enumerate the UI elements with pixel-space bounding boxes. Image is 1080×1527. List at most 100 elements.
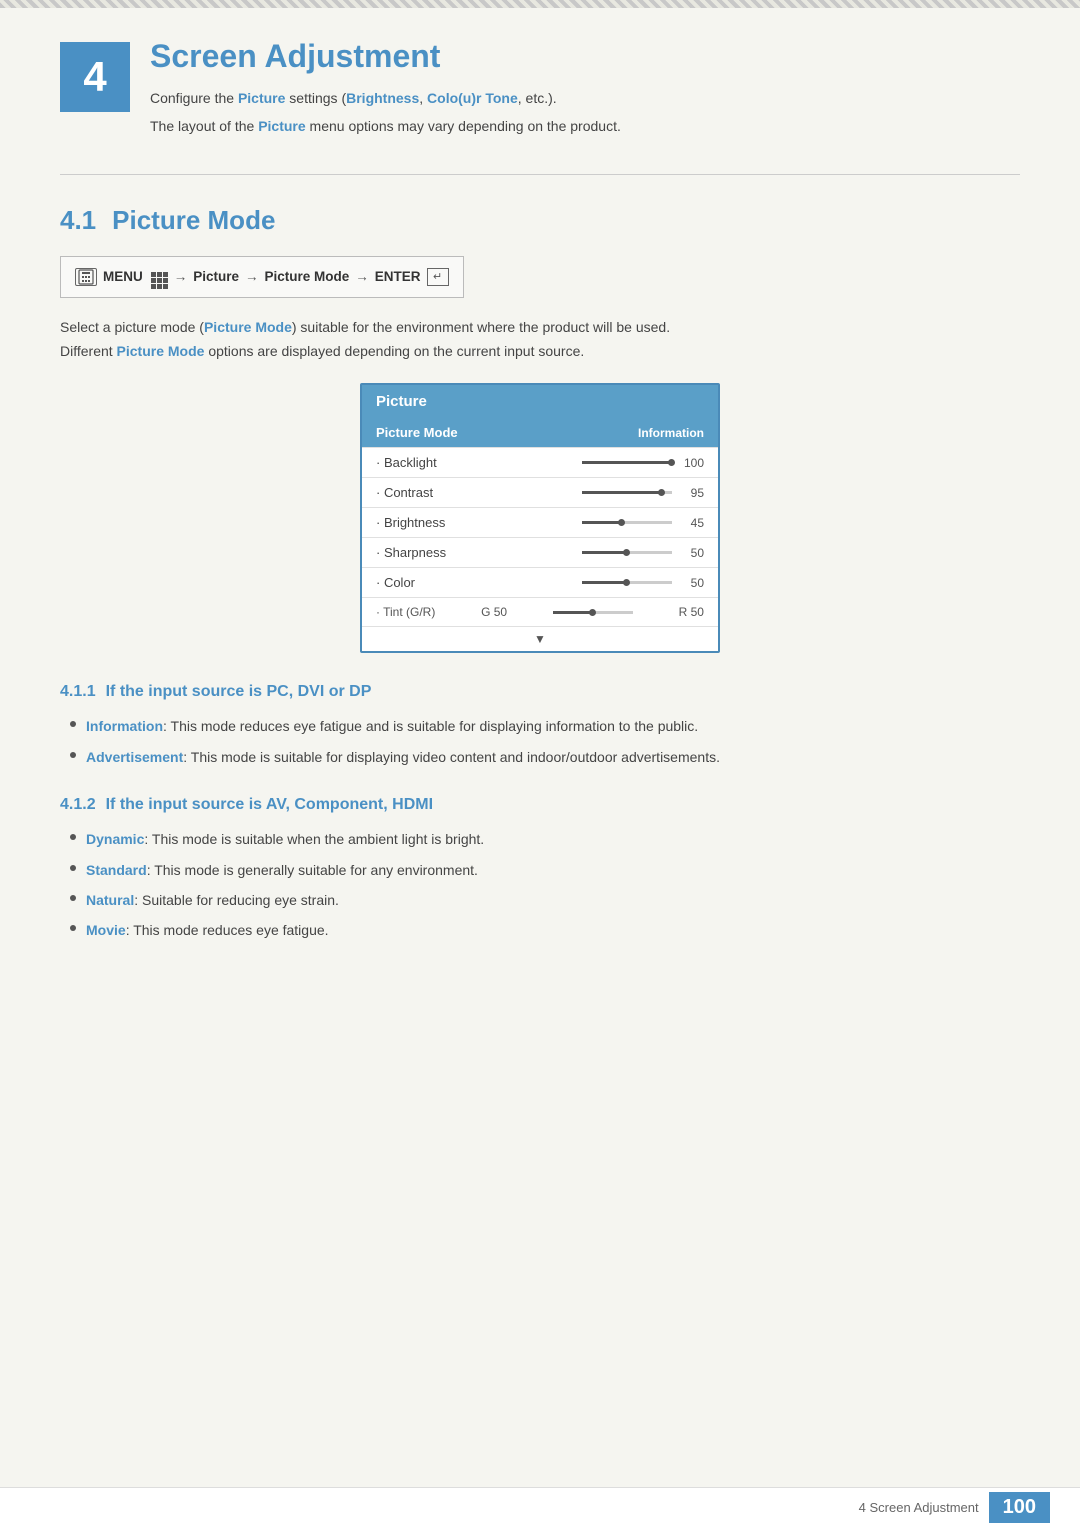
section411-list: Information: This mode reduces eye fatig… [60, 715, 1020, 768]
section411-title: If the input source is PC, DVI or DP [106, 683, 372, 701]
color-value: 50 [680, 576, 704, 590]
bullet-dot [70, 752, 76, 758]
movie-label: Movie [86, 922, 126, 938]
contrast-thumb [658, 489, 665, 496]
header-bold-color-tone: Colo(u)r Tone [427, 90, 518, 106]
desc-picture-mode: Picture Mode [204, 319, 292, 335]
menu-label: MENU [103, 269, 143, 284]
bullet-text: Standard: This mode is generally suitabl… [86, 859, 478, 881]
list-item: Information: This mode reduces eye fatig… [60, 715, 1020, 737]
tint-label: · Tint (G/R) [376, 605, 435, 619]
header-bold-picture2: Picture [258, 118, 305, 134]
natural-label: Natural [86, 892, 134, 908]
picture-menu-container: Picture Picture Mode Information · Backl… [60, 383, 1020, 653]
page-footer: 4 Screen Adjustment 100 [0, 1487, 1080, 1527]
chapter-number: 4 [83, 53, 106, 101]
header-desc1: Configure the Picture settings (Brightne… [150, 87, 1020, 109]
backlight-row[interactable]: · Backlight 100 [362, 448, 718, 478]
list-item: Movie: This mode reduces eye fatigue. [60, 919, 1020, 941]
color-fill [582, 581, 627, 584]
header-desc2-suffix: menu options may vary depending on the p… [306, 118, 621, 134]
section412-list: Dynamic: This mode is suitable when the … [60, 828, 1020, 942]
header-desc1-prefix: Configure the [150, 90, 238, 106]
arrow3: → [355, 269, 369, 284]
bullet-dot [70, 721, 76, 727]
tint-slider[interactable] [553, 611, 633, 614]
picture-menu-header: Picture [362, 385, 718, 418]
enter-label: ENTER [375, 269, 421, 284]
path1: Picture [193, 269, 239, 284]
tint-g-label: G 50 [481, 605, 507, 619]
dynamic-label: Dynamic [86, 831, 144, 847]
picture-mode-label: Picture Mode [376, 425, 458, 440]
sharpness-row[interactable]: · Sharpness 50 [362, 538, 718, 568]
backlight-right: 100 [582, 456, 704, 470]
color-row[interactable]: · Color 50 [362, 568, 718, 598]
desc-picture-mode2: Picture Mode [117, 343, 205, 359]
header-desc2-prefix: The layout of the [150, 118, 258, 134]
contrast-slider[interactable] [582, 491, 672, 494]
contrast-right: 95 [582, 486, 704, 500]
menu-path-box: MENU → Picture → Picture Mode → ENTER ↵ [60, 256, 464, 298]
color-label: · Color [376, 575, 415, 590]
bullet-dot [70, 834, 76, 840]
down-arrow-icon: ▼ [534, 632, 546, 646]
brightness-row[interactable]: · Brightness 45 [362, 508, 718, 538]
backlight-label: · Backlight [376, 455, 437, 470]
section41-title: Picture Mode [112, 205, 275, 236]
header-section: 4 Screen Adjustment Configure the Pictur… [0, 8, 1080, 164]
tint-row[interactable]: · Tint (G/R) G 50 R 50 [362, 598, 718, 627]
list-item: Standard: This mode is generally suitabl… [60, 859, 1020, 881]
section411-heading: 4.1.1 If the input source is PC, DVI or … [60, 683, 1020, 701]
remote-icon [75, 268, 97, 286]
section411-num: 4.1.1 [60, 683, 96, 701]
grid-icon [149, 265, 168, 289]
section412-num: 4.1.2 [60, 796, 96, 814]
arrow2: → [245, 269, 259, 284]
header-text: Screen Adjustment Configure the Picture … [150, 38, 1020, 144]
tint-fill [553, 611, 593, 614]
down-arrow-row: ▼ [362, 627, 718, 651]
list-item: Natural: Suitable for reducing eye strai… [60, 889, 1020, 911]
header-desc2: The layout of the Picture menu options m… [150, 115, 1020, 137]
bullet-text: Natural: Suitable for reducing eye strai… [86, 889, 339, 911]
backlight-slider[interactable] [582, 461, 672, 464]
header-desc1-suffix: , etc.). [518, 90, 557, 106]
picture-menu: Picture Picture Mode Information · Backl… [360, 383, 720, 653]
standard-label: Standard [86, 862, 147, 878]
contrast-row[interactable]: · Contrast 95 [362, 478, 718, 508]
contrast-fill [582, 491, 662, 494]
desc-prefix: Select a picture mode ( [60, 319, 204, 335]
backlight-thumb [668, 459, 675, 466]
sharpness-value: 50 [680, 546, 704, 560]
color-slider[interactable] [582, 581, 672, 584]
sharpness-fill [582, 551, 627, 554]
bullet-text: Information: This mode reduces eye fatig… [86, 715, 698, 737]
footer-page-number: 100 [989, 1492, 1050, 1523]
brightness-thumb [618, 519, 625, 526]
chapter-title: Screen Adjustment [150, 38, 1020, 75]
sharpness-right: 50 [582, 546, 704, 560]
section412-title: If the input source is AV, Component, HD… [106, 796, 433, 814]
arrow1: → [174, 269, 188, 284]
chapter-number-box: 4 [60, 42, 130, 112]
color-right: 50 [582, 576, 704, 590]
bullet-text: Advertisement: This mode is suitable for… [86, 746, 720, 768]
information-label: Information [86, 718, 163, 734]
tint-thumb [589, 609, 596, 616]
advertisement-label: Advertisement [86, 749, 183, 765]
section412-heading: 4.1.2 If the input source is AV, Compone… [60, 796, 1020, 814]
contrast-value: 95 [680, 486, 704, 500]
bullet-text: Dynamic: This mode is suitable when the … [86, 828, 484, 850]
tint-r-label: R 50 [679, 605, 704, 619]
sharpness-slider[interactable] [582, 551, 672, 554]
brightness-slider[interactable] [582, 521, 672, 524]
desc-suffix2: options are displayed depending on the c… [204, 343, 584, 359]
header-desc1-mid: settings ( [285, 90, 346, 106]
contrast-label: · Contrast [376, 485, 433, 500]
picture-mode-row[interactable]: Picture Mode Information [362, 418, 718, 448]
bullet-dot [70, 925, 76, 931]
bullet-dot [70, 865, 76, 871]
main-content: 4.1 Picture Mode MENU [0, 185, 1080, 972]
bullet-dot [70, 895, 76, 901]
